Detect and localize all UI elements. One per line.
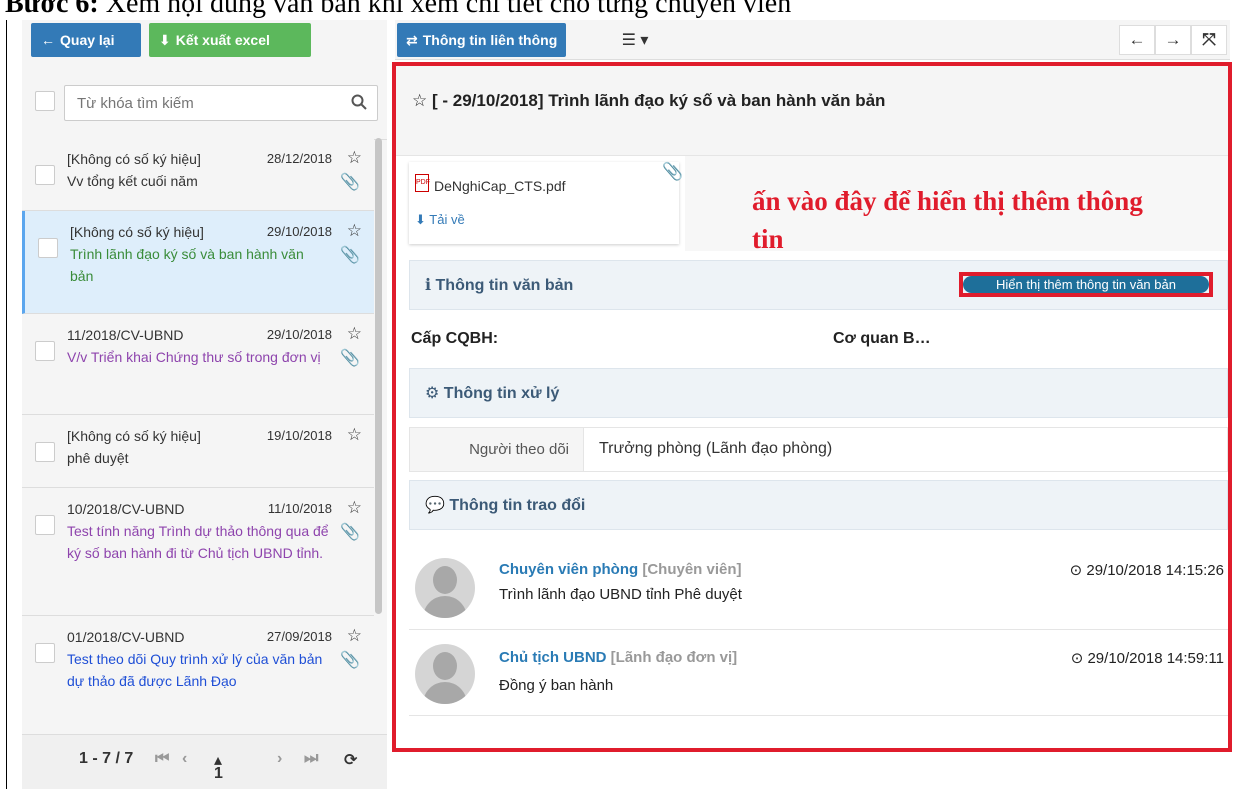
list-item[interactable]: [Không có số ký hiệu] 19/10/2018 ☆ phê d…: [22, 415, 374, 488]
select-all-checkbox[interactable]: [35, 91, 55, 111]
item-checkbox[interactable]: [35, 165, 55, 185]
star-icon[interactable]: ☆: [347, 220, 362, 242]
next-page-icon[interactable]: ›: [277, 750, 282, 768]
item-title: Test theo dõi Quy trình xử lý của văn bả…: [67, 651, 323, 689]
highlight-frame: [392, 62, 1232, 752]
page-select[interactable]: 1 ▴: [214, 750, 223, 782]
fullscreen-button[interactable]: ⤧: [1191, 25, 1227, 55]
prev-document-button[interactable]: ←: [1119, 25, 1155, 55]
tab-interconnect-info[interactable]: ⇄ Thông tin liên thông: [397, 23, 567, 57]
search-input[interactable]: [65, 86, 335, 120]
search-row: [22, 78, 387, 140]
list-item[interactable]: 11/2018/CV-UBND 29/10/2018 ☆ V/v Triển k…: [22, 314, 374, 415]
item-title: phê duyệt: [67, 450, 129, 466]
item-checkbox[interactable]: [35, 341, 55, 361]
first-page-icon[interactable]: ⏮: [155, 750, 169, 768]
list-menu-icon: ☰ ▾: [621, 32, 649, 49]
pager-range: 1 - 7 / 7: [79, 750, 134, 767]
item-title: Test tính năng Trình dự thảo thông qua đ…: [67, 523, 329, 561]
item-title: Vv tổng kết cuối năm: [67, 173, 198, 189]
list-item[interactable]: [Không có số ký hiệu] 29/10/2018 ☆ Trình…: [22, 211, 374, 314]
item-date: 11/10/2018: [267, 501, 332, 516]
back-button[interactable]: ← Quay lại: [31, 23, 141, 57]
detail-toolbar: ⇄ Thông tin liên thông ☰ ▾ ← → ⤧: [395, 20, 1230, 60]
list-item[interactable]: 10/2018/CV-UBND 11/10/2018 ☆ Test tính n…: [22, 488, 374, 616]
last-page-icon[interactable]: ⏭: [304, 750, 318, 768]
item-checkbox[interactable]: [38, 238, 58, 258]
refresh-icon[interactable]: ⟳: [344, 750, 357, 770]
arrow-left-icon: ←: [41, 32, 55, 48]
arrow-left-icon: ←: [1128, 30, 1146, 49]
next-document-button[interactable]: →: [1155, 25, 1191, 55]
item-checkbox[interactable]: [35, 442, 55, 462]
arrow-right-icon: →: [1164, 30, 1182, 49]
item-checkbox[interactable]: [35, 643, 55, 663]
item-date: 27/09/2018: [266, 629, 332, 644]
menu-dropdown-button[interactable]: ☰ ▾: [611, 23, 659, 57]
exchange-icon: ⇄: [406, 31, 418, 48]
search-box: [64, 85, 378, 121]
list-item[interactable]: [Không có số ký hiệu] 28/12/2018 ☆ Vv tổ…: [22, 138, 374, 211]
list-scrollbar[interactable]: [375, 138, 382, 614]
document-list: [Không có số ký hiệu] 28/12/2018 ☆ Vv tổ…: [22, 138, 374, 734]
item-date: 19/10/2018: [266, 428, 332, 443]
document-list-panel: ←Quay lại ⬇Kết xuất excel [Không có số k…: [22, 20, 387, 789]
expand-icon: ⤧: [1202, 30, 1216, 49]
item-date: 28/12/2018: [266, 151, 332, 166]
paperclip-icon: 📎: [340, 350, 360, 367]
star-icon[interactable]: ☆: [347, 497, 362, 519]
item-date: 29/10/2018: [266, 327, 332, 342]
prev-page-icon[interactable]: ‹: [182, 750, 187, 768]
item-checkbox[interactable]: [35, 515, 55, 535]
star-icon[interactable]: ☆: [347, 625, 362, 647]
star-icon[interactable]: ☆: [347, 323, 362, 345]
paperclip-icon: 📎: [340, 247, 360, 264]
document-heading: Bước 6: Xem nội dung văn bản khi xem chi…: [5, 0, 792, 19]
download-icon: ⬇: [159, 31, 171, 48]
star-icon[interactable]: ☆: [347, 424, 362, 446]
item-title: V/v Triển khai Chứng thư số trong đơn vị: [67, 349, 321, 365]
list-item[interactable]: 01/2018/CV-UBND 27/09/2018 ☆ Test theo d…: [22, 616, 374, 734]
pagination: 1 - 7 / 7 ⏮ ‹ 1 ▴ › ⏭ ⟳: [22, 734, 387, 789]
export-excel-button[interactable]: ⬇ Kết xuất excel: [149, 23, 311, 57]
search-icon[interactable]: [351, 94, 367, 115]
paperclip-icon: 📎: [340, 174, 360, 191]
paperclip-icon: 📎: [340, 524, 360, 541]
item-title: Trình lãnh đạo ký số và ban hành văn bản: [70, 246, 304, 284]
star-icon[interactable]: ☆: [347, 147, 362, 169]
item-date: 29/10/2018: [266, 224, 332, 239]
paperclip-icon: 📎: [340, 652, 360, 669]
